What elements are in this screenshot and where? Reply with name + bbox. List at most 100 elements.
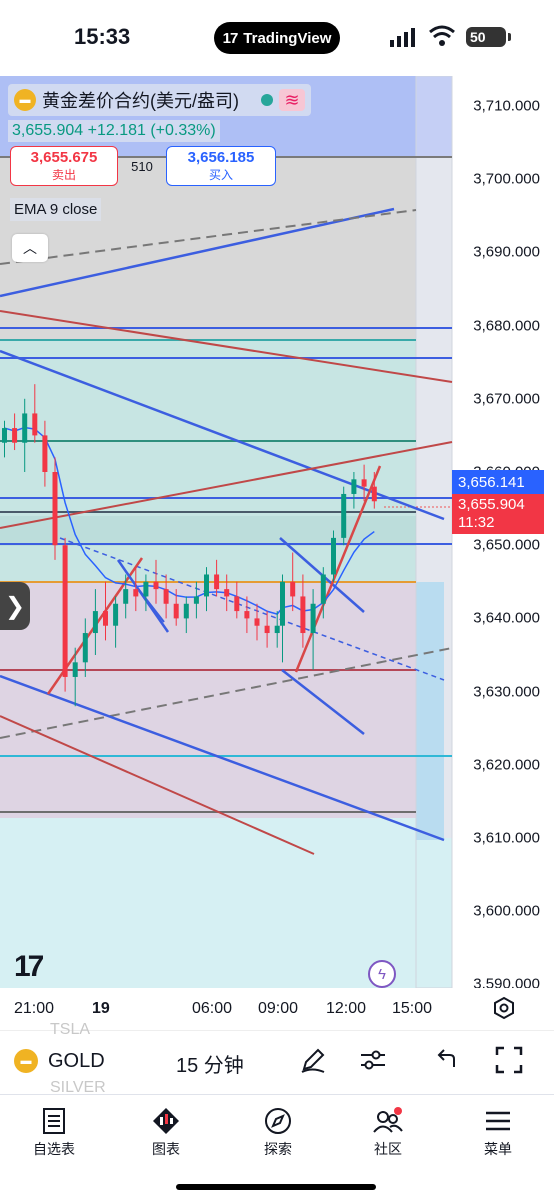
candle-body [103, 611, 108, 626]
fullscreen-icon[interactable] [494, 1045, 524, 1075]
candle-body [264, 625, 270, 634]
tradingview-badge-label: TradingView [243, 29, 332, 47]
ema-indicator-label[interactable]: EMA 9 close [10, 198, 102, 221]
tab-label: 图表 [152, 1141, 180, 1157]
watchlist-icon [43, 1108, 65, 1134]
time-label: 09:00 [258, 1000, 299, 1017]
chart-icon [153, 1108, 179, 1134]
candle-body [234, 596, 240, 612]
time-label: 19 [92, 1000, 110, 1017]
buy-button[interactable]: 3,656.185 买入 [166, 146, 276, 186]
candle-body [52, 472, 58, 546]
price-axis-label: 3,680.000 [473, 317, 540, 335]
candle-body [92, 611, 98, 634]
time-label: 15:00 [392, 1000, 433, 1017]
candle-body [310, 603, 316, 634]
price-axis-label: 3,640.000 [473, 609, 540, 627]
symbol-row[interactable]: ▬ 黄金差价合约(美元/盎司) ≋ [8, 84, 311, 116]
price-axis-label: 3,630.000 [473, 683, 540, 701]
candle-body [123, 589, 129, 604]
symbol-selector[interactable]: ▬ GOLD [14, 1049, 105, 1073]
tab-menu[interactable]: 菜单 [458, 1105, 538, 1159]
price-axis-label: 3,710.000 [473, 97, 540, 115]
tab-explore[interactable]: 探索 [238, 1105, 318, 1159]
zone-blue-right [416, 76, 452, 158]
candle-body [42, 435, 48, 472]
status-bar: 15:33 17 TradingView 50 [0, 0, 554, 76]
price-axis-label: 3,610.000 [473, 829, 540, 847]
tab-watchlist[interactable]: 自选表 [14, 1105, 94, 1159]
price-axis-label: 3,670.000 [473, 390, 540, 408]
ema-price-tag: 3,656.141 [452, 470, 544, 494]
wifi-icon [429, 25, 455, 46]
settings-icon[interactable] [492, 996, 516, 1020]
battery-icon: 50 [466, 27, 506, 47]
collapse-legend-button[interactable]: ︿ [12, 234, 48, 262]
candle-body [173, 603, 179, 619]
sliders-icon[interactable] [358, 1045, 388, 1075]
interval-selector[interactable]: 15 分钟 [176, 1049, 244, 1078]
gold-bars-icon: ▬ [14, 89, 36, 111]
battery-tip [508, 33, 511, 41]
time-label: 21:00 [14, 1000, 55, 1017]
candle-body [224, 589, 230, 597]
home-indicator [176, 1184, 376, 1190]
time-label: 06:00 [192, 1000, 233, 1017]
candle-body [133, 589, 139, 597]
candle-body [193, 596, 199, 604]
candle-body [254, 618, 260, 626]
expand-drawing-toolbar-button[interactable]: ❯ [0, 582, 30, 630]
tradingview-badge: 17 TradingView [214, 22, 340, 54]
lightning-icon[interactable]: ϟ [368, 960, 396, 988]
tab-community[interactable]: 社区 [348, 1105, 428, 1159]
gold-bars-icon: ▬ [14, 1049, 38, 1073]
wave-badge-icon[interactable]: ≋ [279, 89, 305, 111]
status-time: 15:33 [74, 24, 131, 49]
chart-legend[interactable]: ▬ 黄金差价合约(美元/盎司) ≋ 3,655.904 +12.181 (+0.… [8, 84, 311, 142]
price-change-row: 3,655.904 +12.181 (+0.33%) [8, 120, 220, 142]
candle-body [183, 603, 189, 619]
zone-right-blue [416, 582, 444, 840]
symbol-ticker: GOLD [48, 1049, 105, 1072]
candle-body [204, 574, 209, 597]
tradingview-watermark-icon: 17 [14, 950, 44, 983]
tab-chart[interactable]: 图表 [126, 1105, 206, 1159]
last-price-tag: 3,655.904 11:32 [452, 494, 544, 534]
undo-icon[interactable] [434, 1045, 460, 1075]
bar-countdown: 11:32 [458, 514, 495, 531]
buy-price: 3,656.185 [187, 149, 255, 166]
sell-button[interactable]: 3,655.675 卖出 [10, 146, 118, 186]
community-icon [373, 1107, 403, 1133]
tab-label: 自选表 [33, 1141, 75, 1157]
candle-body [371, 486, 377, 502]
compass-icon [265, 1108, 291, 1134]
last-price-value: 3,655.904 [458, 496, 525, 513]
battery-level: 50 [470, 29, 486, 45]
price-axis-label: 3,620.000 [473, 756, 540, 774]
candle-body [72, 662, 78, 677]
market-open-dot-icon [261, 94, 273, 106]
tab-label: 社区 [374, 1141, 402, 1157]
candle-body [351, 479, 357, 494]
price-axis-label: 3,650.000 [473, 536, 540, 554]
pen-icon[interactable] [298, 1045, 328, 1075]
candle-body [244, 611, 250, 619]
candle-body [331, 537, 336, 575]
candle-body [143, 581, 149, 597]
candle-body [361, 479, 367, 487]
price-axis-label: 3,700.000 [473, 170, 540, 188]
candle-body [113, 603, 119, 626]
candle-body [12, 428, 18, 443]
symbol-name: 黄金差价合约(美元/盎司) [42, 91, 239, 111]
chevron-right-icon: ❯ [4, 592, 26, 620]
candle-body [82, 633, 88, 663]
candle-body [290, 581, 296, 597]
chevron-up-icon: ︿ [23, 240, 37, 256]
candle-body [62, 545, 68, 677]
time-label: 12:00 [326, 1000, 367, 1017]
price-axis-label: 3,690.000 [473, 243, 540, 261]
tradingview-logo-icon: 17 [222, 29, 239, 47]
candle-body [300, 596, 306, 634]
tab-label: 探索 [264, 1141, 292, 1157]
buy-label: 买入 [208, 168, 233, 182]
